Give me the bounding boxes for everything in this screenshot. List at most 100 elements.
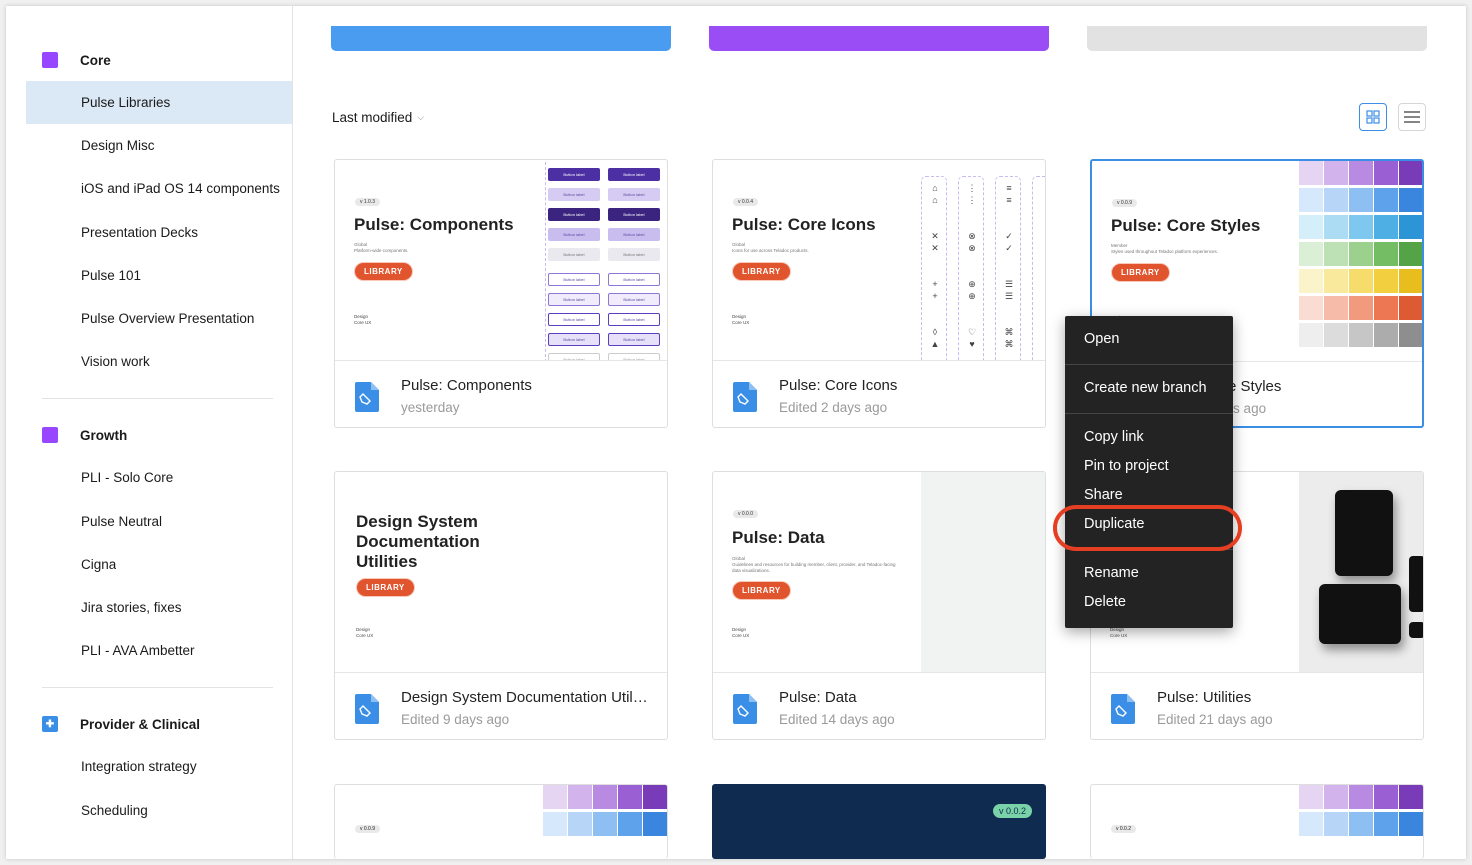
sidebar-item-jira-stories[interactable]: Jira stories, fixes bbox=[26, 586, 292, 629]
file-card-pulse-data[interactable]: v 0.0.0 Pulse: Data Global Guidelines and… bbox=[712, 471, 1046, 740]
file-card-design-system-docs[interactable]: Design System Documentation Utilities LI… bbox=[334, 471, 668, 740]
file-meta: Design System Documentation Utilities Ed… bbox=[335, 674, 667, 739]
thumb-subtitle: Global Guidelines and resources for build… bbox=[732, 556, 896, 573]
design-file-icon bbox=[733, 382, 757, 412]
highlight-ring bbox=[1053, 505, 1242, 551]
list-icon bbox=[1404, 111, 1420, 123]
version-tag: v 0.0.2 bbox=[993, 804, 1033, 818]
file-modified-time: Edited 2 days ago bbox=[779, 400, 888, 415]
thumb-title: Pulse: Components bbox=[354, 215, 514, 234]
team-label: Provider & Clinical bbox=[80, 716, 201, 732]
file-thumbnail: v 0.0.4 Pulse: Core Icons Global Icons fo… bbox=[713, 160, 1045, 361]
team-color-icon bbox=[42, 52, 58, 68]
version-tag: v 0.0.0 bbox=[733, 510, 759, 518]
sidebar-item-integration-strategy[interactable]: Integration strategy bbox=[26, 745, 292, 788]
thumb-title: Pulse: Data bbox=[732, 528, 825, 547]
design-file-icon bbox=[355, 694, 379, 724]
menu-item-create-new-branch[interactable]: Create new branch bbox=[1084, 380, 1207, 396]
context-menu: Open Create new branch Copy link Pin to … bbox=[1065, 316, 1233, 628]
icon-glyphs: ≡ ≡ ✓ ✓ ☰ ☰ ⌘ ⌘ bbox=[1004, 183, 1014, 349]
file-meta: Pulse: Data Edited 14 days ago bbox=[713, 674, 1045, 739]
menu-item-share[interactable]: Share bbox=[1084, 487, 1123, 503]
icon-glyphs: ⋮ ⋮ ⊗ ⊗ ⊕ ⊕ ♡ ♥ bbox=[967, 183, 977, 349]
file-name: Pulse: Core Icons bbox=[779, 377, 898, 394]
file-name: Pulse: Components bbox=[401, 377, 532, 394]
chevron-down-icon: ⌵ bbox=[417, 112, 425, 122]
library-badge: LIBRARY bbox=[356, 578, 415, 597]
team-color-icon bbox=[42, 427, 58, 443]
thumb-footer: DesignCore UX bbox=[732, 314, 750, 325]
menu-item-delete[interactable]: Delete bbox=[1084, 594, 1126, 610]
sidebar-item-ios-ipad[interactable]: iOS and iPad OS 14 components bbox=[26, 167, 292, 210]
menu-item-rename[interactable]: Rename bbox=[1084, 565, 1139, 581]
sidebar-item-pli-solo-core[interactable]: PLI - Solo Core bbox=[26, 456, 292, 499]
team-label: Growth bbox=[80, 427, 128, 443]
team-growth[interactable]: Growth bbox=[42, 427, 127, 443]
file-modified-time: Edited 21 days ago bbox=[1157, 712, 1273, 727]
thumb-subtitle: Global Platform-wide components. bbox=[354, 242, 409, 253]
file-modified-time: Edited 14 days ago bbox=[779, 712, 895, 727]
sidebar-item-pli-ava[interactable]: PLI - AVA Ambetter bbox=[26, 629, 292, 672]
list-view-button[interactable] bbox=[1398, 103, 1426, 131]
sidebar-item-pulse-neutral[interactable]: Pulse Neutral bbox=[26, 500, 292, 543]
team-core[interactable]: Core bbox=[42, 52, 111, 68]
thumb-title: Design System Documentation Utilities bbox=[356, 512, 480, 571]
sidebar-item-scheduling[interactable]: Scheduling bbox=[26, 789, 292, 832]
menu-item-copy-link[interactable]: Copy link bbox=[1084, 429, 1144, 445]
version-tag: v 0.0.9 bbox=[355, 825, 381, 833]
sidebar-item-pulse-libraries[interactable]: Pulse Libraries bbox=[26, 81, 292, 124]
sidebar-divider bbox=[42, 398, 273, 399]
thumb-subtitle: Global Icons for use across Teladoc produ… bbox=[732, 242, 809, 253]
sort-label: Last modified bbox=[332, 110, 413, 125]
file-card-partial[interactable]: v 0.0.2 bbox=[712, 784, 1046, 859]
file-name: Pulse: Utilities bbox=[1157, 689, 1252, 706]
file-meta: Pulse: Core Icons Edited 2 days ago bbox=[713, 362, 1045, 427]
version-tag: v 0.0.2 bbox=[1111, 825, 1137, 833]
card-thumbnail-partial[interactable] bbox=[331, 26, 671, 51]
version-tag: v 0.0.9 bbox=[1112, 199, 1138, 207]
color-swatch-preview bbox=[1299, 785, 1423, 836]
file-meta: Pulse: Utilities Edited 21 days ago bbox=[1091, 674, 1423, 739]
thumb-subtitle: Member Styles used throughout Teladoc pla… bbox=[1111, 243, 1218, 254]
menu-separator bbox=[1065, 413, 1233, 414]
file-name: Design System Documentation Utilities bbox=[401, 689, 651, 706]
thumb-preview-panel bbox=[921, 472, 1045, 672]
card-thumbnail-partial[interactable] bbox=[709, 26, 1049, 51]
design-file-icon bbox=[733, 694, 757, 724]
thumb-footer: DesignCore UX bbox=[732, 627, 750, 638]
library-badge: LIBRARY bbox=[732, 581, 791, 600]
file-card-pulse-components[interactable]: v 1.0.3 Pulse: Components Global Platform… bbox=[334, 159, 668, 428]
thumb-preview-panel bbox=[1299, 472, 1423, 672]
file-card-pulse-core-icons[interactable]: v 0.0.4 Pulse: Core Icons Global Icons fo… bbox=[712, 159, 1046, 428]
thumb-footer: DesignCore UX bbox=[1110, 627, 1128, 638]
menu-item-open[interactable]: Open bbox=[1084, 331, 1119, 347]
file-modified-time: yesterday bbox=[401, 400, 460, 415]
team-label: Core bbox=[80, 52, 111, 68]
design-file-icon bbox=[1111, 694, 1135, 724]
sidebar: Core Pulse Libraries Design Misc iOS and… bbox=[6, 6, 293, 859]
version-tag: v 1.0.3 bbox=[355, 198, 381, 206]
thumb-title: Pulse: Core Styles bbox=[1111, 216, 1261, 235]
file-card-partial[interactable]: v 0.0.9 bbox=[334, 784, 668, 859]
menu-separator bbox=[1065, 364, 1233, 365]
design-file-icon bbox=[355, 382, 379, 412]
thumb-footer: DesignCore UX bbox=[356, 627, 374, 638]
file-card-partial[interactable]: v 0.0.2 bbox=[1090, 784, 1424, 859]
sidebar-item-cigna[interactable]: Cigna bbox=[26, 543, 292, 586]
team-provider-clinical[interactable]: ✚ Provider & Clinical bbox=[42, 716, 200, 732]
button-preview: Button label Button label Button label B… bbox=[545, 162, 667, 360]
sidebar-item-pulse-101[interactable]: Pulse 101 bbox=[26, 254, 292, 297]
file-name: Pulse: Data bbox=[779, 689, 857, 706]
card-thumbnail-partial[interactable] bbox=[1087, 26, 1427, 51]
menu-item-pin-to-project[interactable]: Pin to project bbox=[1084, 458, 1169, 474]
sort-dropdown[interactable]: Last modified ⌵ bbox=[332, 110, 424, 125]
grid-view-button[interactable] bbox=[1359, 103, 1387, 131]
sidebar-item-presentation-decks[interactable]: Presentation Decks bbox=[26, 211, 292, 254]
library-badge: LIBRARY bbox=[1111, 263, 1170, 282]
library-badge: LIBRARY bbox=[354, 262, 413, 281]
sidebar-item-design-misc[interactable]: Design Misc bbox=[26, 124, 292, 167]
app-window: Core Pulse Libraries Design Misc iOS and… bbox=[6, 6, 1466, 859]
icon-preview-column bbox=[1032, 176, 1045, 360]
sidebar-item-pulse-overview[interactable]: Pulse Overview Presentation bbox=[26, 297, 292, 340]
sidebar-item-vision-work[interactable]: Vision work bbox=[26, 340, 292, 383]
